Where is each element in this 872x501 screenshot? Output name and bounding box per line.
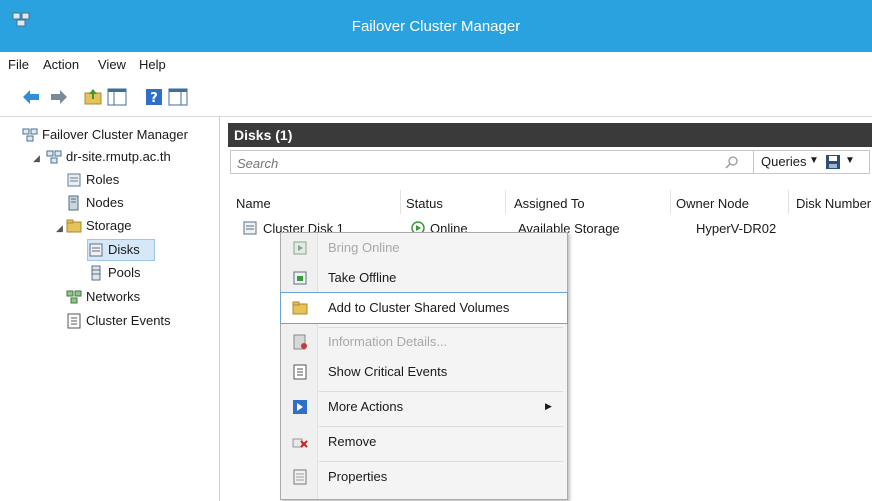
column-header-disk-number[interactable]: Disk Number xyxy=(796,196,871,211)
info-details-icon xyxy=(293,334,307,350)
remove-icon xyxy=(292,438,308,448)
pane-title: Disks (1) xyxy=(234,127,293,143)
back-arrow-icon[interactable] xyxy=(20,86,42,108)
svg-text:?: ? xyxy=(150,91,158,106)
cluster-icon xyxy=(46,150,62,164)
menu-item-label: More Actions xyxy=(328,399,404,414)
tree-item-label: dr-site.rmutp.ac.th xyxy=(66,149,171,164)
collapse-arrow-icon[interactable]: ◢ xyxy=(33,153,43,163)
search-box: Queries ▼ ▼ xyxy=(230,150,870,174)
pane-header: Disks (1) xyxy=(228,123,872,147)
menu-item-information-details[interactable]: Information Details... xyxy=(281,327,567,357)
column-divider xyxy=(400,190,401,214)
save-dropdown-icon[interactable]: ▼ xyxy=(845,155,855,166)
submenu-arrow-icon: ▶ xyxy=(545,401,552,411)
menu-item-label: Properties xyxy=(328,469,388,484)
tree-item-label: Roles xyxy=(86,172,120,187)
menu-item-label: Information Details... xyxy=(328,334,448,349)
menu-item-label: Bring Online xyxy=(328,240,400,255)
search-icon[interactable] xyxy=(725,155,739,169)
menu-item-add-to-csv[interactable]: Add to Cluster Shared Volumes xyxy=(280,292,568,324)
tree-item-disks[interactable]: Disks xyxy=(87,239,155,261)
menu-item-remove[interactable]: Remove xyxy=(281,427,567,457)
forward-arrow-icon[interactable] xyxy=(48,86,70,108)
cluster-events-icon xyxy=(67,313,81,329)
more-actions-icon xyxy=(293,400,307,414)
roles-icon xyxy=(67,173,81,187)
show-hide-action-pane-icon[interactable] xyxy=(167,86,189,108)
collapse-arrow-icon[interactable]: ◢ xyxy=(56,223,66,233)
tree-item-label: Storage xyxy=(86,218,132,233)
tree-item-label: Failover Cluster Manager xyxy=(42,127,188,142)
tree-item-label: Networks xyxy=(86,289,141,304)
title-bar: Failover Cluster Manager xyxy=(0,0,872,52)
menu-item-take-offline[interactable]: Take Offline xyxy=(281,263,567,293)
save-query-icon[interactable] xyxy=(825,154,841,170)
window-title: Failover Cluster Manager xyxy=(351,18,521,35)
up-folder-icon[interactable] xyxy=(82,86,104,108)
menu-view[interactable]: View xyxy=(98,57,126,72)
menu-help[interactable]: Help xyxy=(139,57,166,72)
nodes-icon xyxy=(68,195,79,211)
networks-icon xyxy=(66,290,82,304)
menu-item-properties[interactable]: Properties xyxy=(281,462,567,492)
menu-item-bring-online[interactable]: Bring Online xyxy=(281,233,567,263)
queries-button[interactable]: Queries xyxy=(761,154,807,169)
toolbar: ? xyxy=(0,78,872,117)
menu-item-label: Remove xyxy=(328,434,377,449)
menu-action[interactable]: Action xyxy=(43,57,79,72)
show-hide-console-tree-icon[interactable] xyxy=(106,86,128,108)
menu-item-label: Add to Cluster Shared Volumes xyxy=(328,300,510,315)
search-divider xyxy=(753,151,754,173)
pools-icon xyxy=(91,265,101,281)
column-header-status[interactable]: Status xyxy=(406,196,443,211)
disk-icon xyxy=(243,221,257,235)
take-offline-icon xyxy=(293,271,307,285)
storage-icon xyxy=(66,219,82,233)
add-csv-icon xyxy=(292,301,308,315)
column-divider xyxy=(670,190,671,214)
column-header-owner-node[interactable]: Owner Node xyxy=(676,196,749,211)
bring-online-icon xyxy=(293,241,307,255)
cell-owner-node: HyperV-DR02 xyxy=(696,221,777,236)
disks-icon xyxy=(89,243,103,257)
menu-item-label: Take Offline xyxy=(328,270,397,285)
menu-item-more-actions[interactable]: More Actions ▶ xyxy=(281,392,567,422)
tree-item-label: Disks xyxy=(108,242,140,257)
queries-dropdown-icon[interactable]: ▼ xyxy=(809,155,819,166)
menu-file[interactable]: File xyxy=(8,57,29,72)
tree-item-label: Pools xyxy=(108,265,141,280)
properties-icon xyxy=(293,469,307,485)
column-header-name[interactable]: Name xyxy=(236,196,271,211)
search-input[interactable] xyxy=(235,153,719,173)
column-header-assigned-to[interactable]: Assigned To xyxy=(514,196,585,211)
column-divider xyxy=(505,190,506,214)
help-icon[interactable]: ? xyxy=(143,86,165,108)
critical-events-icon xyxy=(293,364,307,380)
tree-item-label: Nodes xyxy=(86,195,124,210)
console-tree: Failover Cluster Manager ◢ dr-site.rmutp… xyxy=(0,117,220,501)
menu-item-show-critical-events[interactable]: Show Critical Events xyxy=(281,357,567,387)
menu-bar: File Action View Help xyxy=(0,52,872,79)
context-menu: Bring Online Take Offline Add to Cluster… xyxy=(280,232,568,500)
column-divider xyxy=(788,190,789,214)
menu-item-label: Show Critical Events xyxy=(328,364,448,379)
tree-item-label: Cluster Events xyxy=(86,313,171,328)
cluster-manager-icon xyxy=(22,128,38,142)
